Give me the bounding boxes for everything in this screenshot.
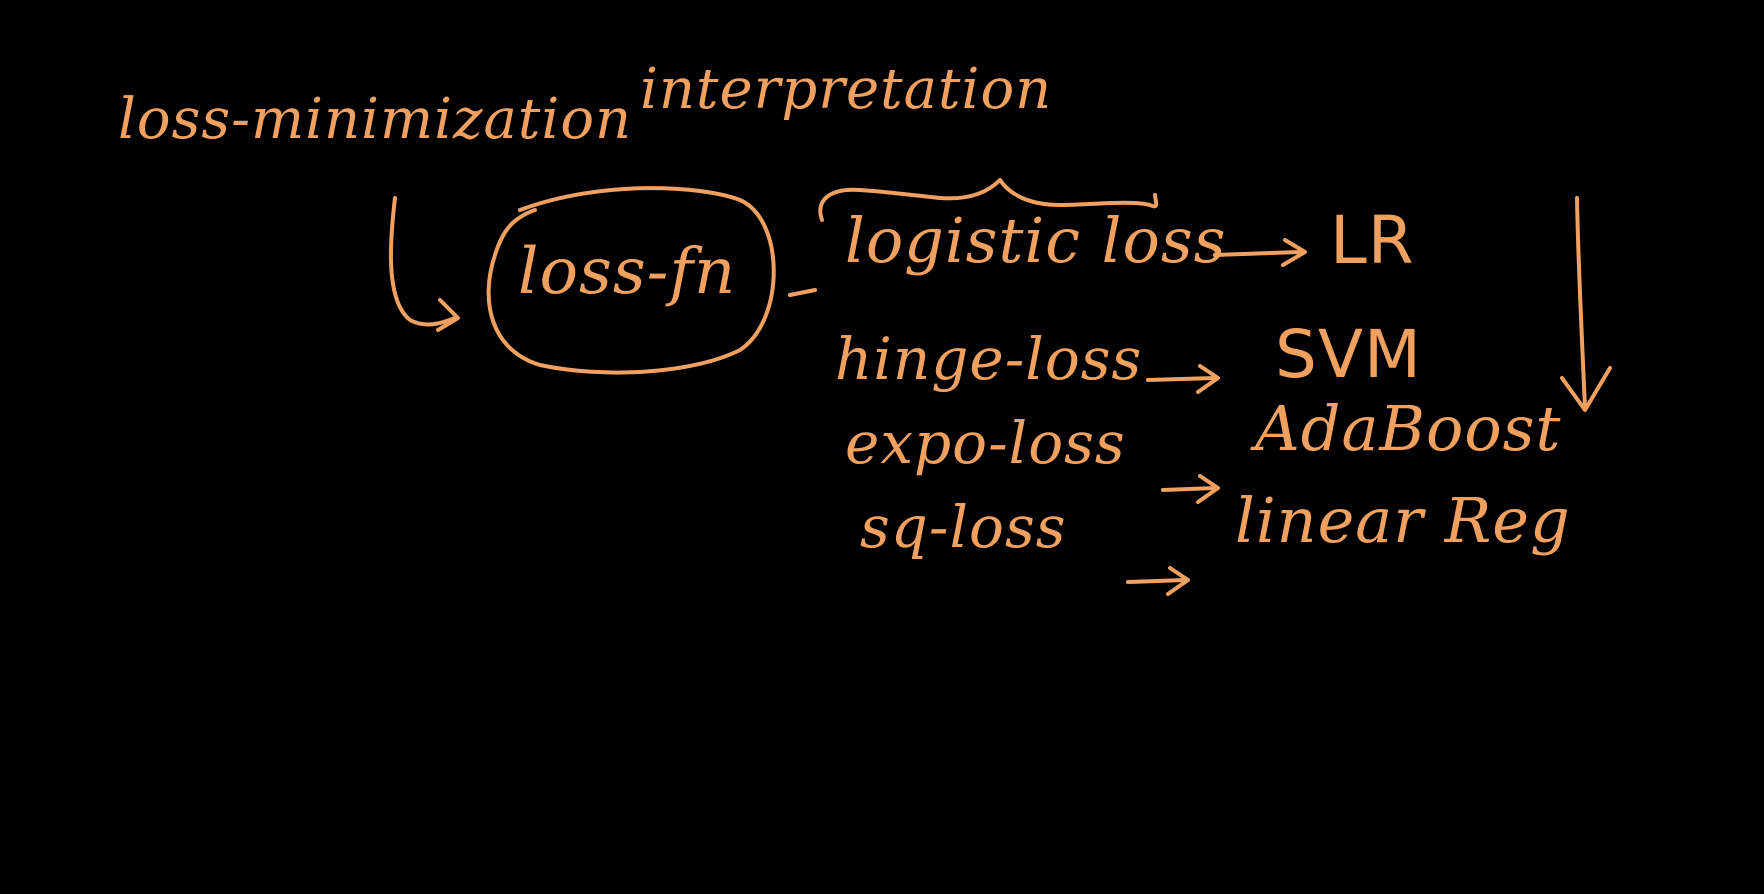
loss-hinge: hinge-loss [835, 325, 1143, 393]
whiteboard: loss-minimization interpretation loss-fn… [0, 0, 1764, 894]
down-arrow [1575, 196, 1587, 410]
arrow-svm [1146, 376, 1217, 382]
center-node-loss-fn: loss-fn [518, 235, 737, 309]
arrow-ada [1161, 486, 1217, 492]
heading-interpretation: interpretation [640, 57, 1053, 122]
hook-arrow-head [436, 298, 460, 332]
connector-dash [788, 288, 817, 297]
model-svm: SVM [1275, 316, 1422, 393]
arrow-linreg [1126, 578, 1187, 584]
loss-squared: sq-loss [860, 493, 1067, 561]
model-lr: LR [1330, 202, 1415, 279]
arrow-lr [1213, 250, 1302, 257]
loss-expo: expo-loss [845, 409, 1126, 477]
model-linear-reg: linear Reg [1235, 484, 1571, 557]
model-adaboost: AdaBoost [1255, 392, 1562, 465]
loss-logistic: logistic loss [845, 204, 1227, 277]
heading-loss-minimization: loss-minimization [118, 87, 633, 152]
